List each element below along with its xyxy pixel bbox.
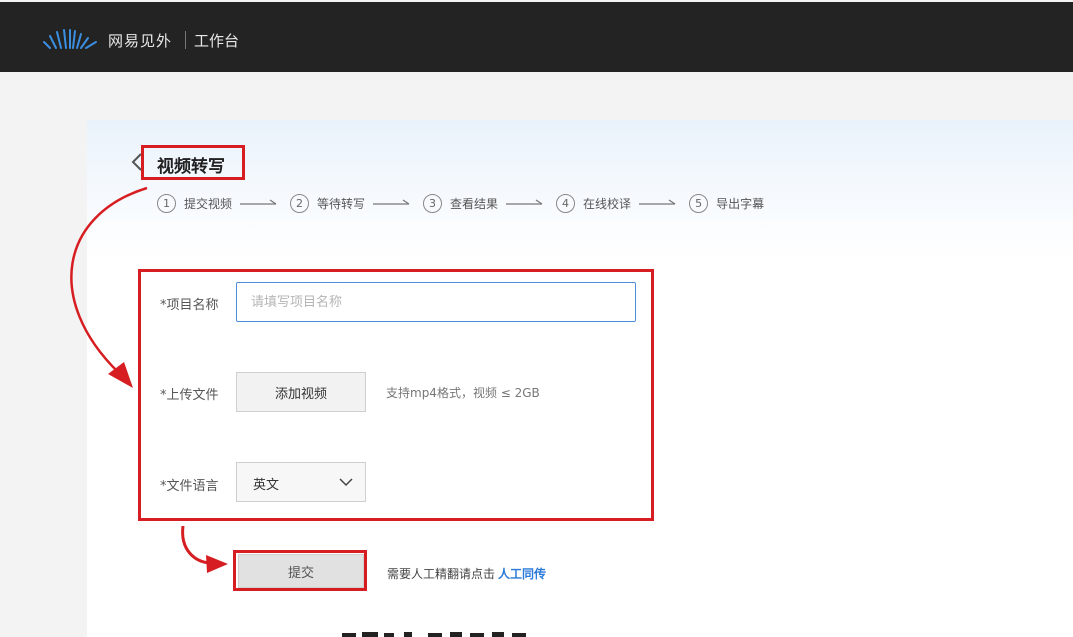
manual-translation-hint: 需要人工精翻请点击 人工同传 — [387, 565, 546, 582]
step-online-proofread: 4 在线校译 — [556, 193, 632, 213]
step-number: 3 — [423, 193, 443, 213]
step-label: 导出字幕 — [716, 196, 765, 211]
annotation-box-title — [141, 145, 245, 180]
step-view-results: 3 查看结果 — [423, 193, 499, 213]
step-label: 等待转写 — [317, 196, 366, 211]
annotation-box-submit — [233, 550, 367, 591]
step-submit-video: 1 提交视频 — [157, 193, 233, 213]
step-number: 5 — [689, 193, 709, 213]
step-number: 4 — [556, 193, 576, 213]
step-number: 2 — [290, 193, 310, 213]
brand-name[interactable]: 网易见外 — [108, 30, 172, 51]
step-wait-transcribe: 2 等待转写 — [290, 193, 366, 213]
step-number: 1 — [157, 193, 176, 213]
annotation-box-form — [138, 269, 654, 521]
logo-icon — [43, 29, 97, 49]
manual-hint-text: 需要人工精翻请点击 — [387, 567, 496, 581]
workbench-title[interactable]: 工作台 — [194, 30, 239, 51]
header-divider — [185, 31, 186, 49]
step-arrow-icon — [639, 199, 676, 205]
step-export-subtitles: 5 导出字幕 — [689, 193, 765, 213]
step-arrow-icon — [240, 199, 277, 205]
step-arrow-icon — [506, 199, 543, 205]
top-header: 网易见外 工作台 — [0, 2, 1073, 72]
step-arrow-icon — [373, 199, 410, 205]
progress-steps: 1 提交视频 2 等待转写 3 查看结果 4 在线校译 5 导出字幕 — [157, 193, 764, 213]
cropped-content-fragment — [342, 632, 526, 637]
step-label: 查看结果 — [450, 196, 499, 211]
manual-interpretation-link[interactable]: 人工同传 — [498, 567, 546, 581]
step-label: 提交视频 — [184, 196, 233, 211]
step-label: 在线校译 — [583, 196, 632, 211]
